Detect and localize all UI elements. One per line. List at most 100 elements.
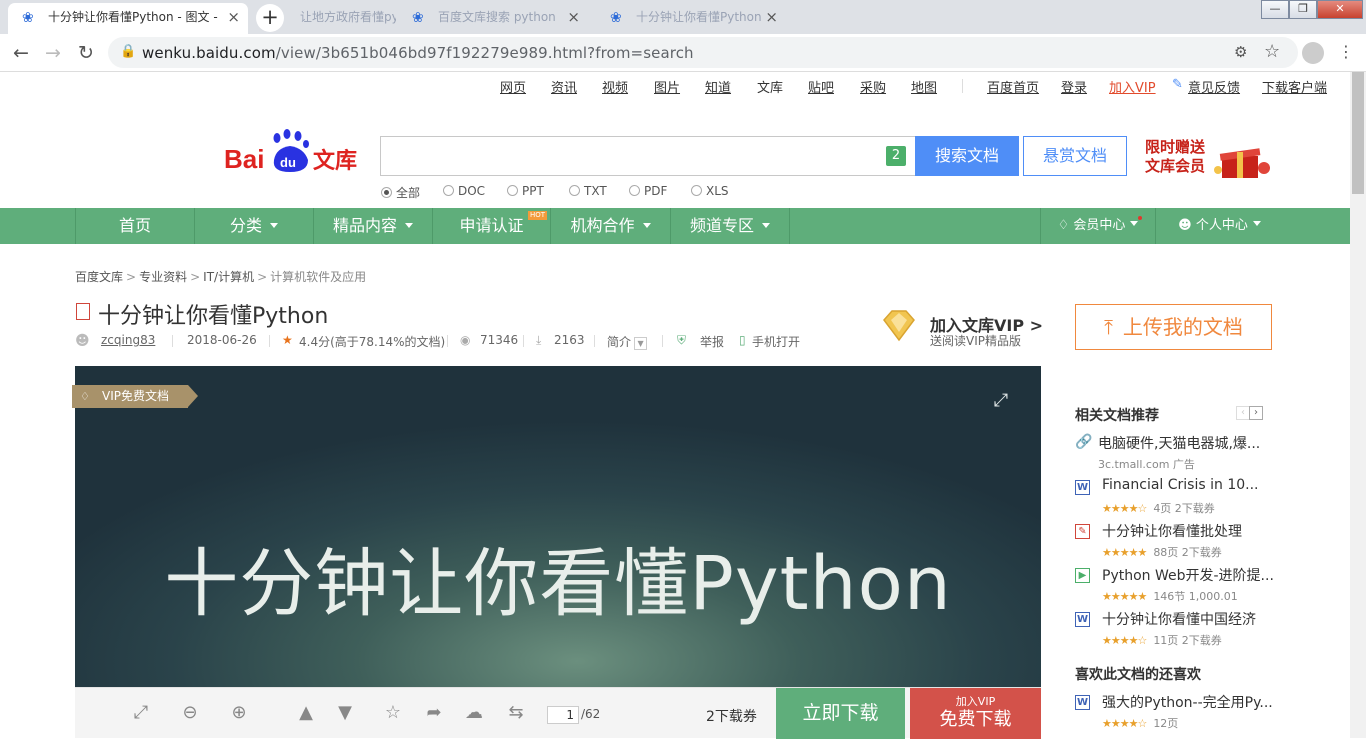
nav-link-zhidao[interactable]: 知道 (705, 77, 731, 96)
author-link[interactable]: zcqing83 (101, 333, 155, 347)
extension-icon[interactable]: ⚙ (1234, 43, 1247, 61)
filter-doc[interactable]: DOC (443, 184, 485, 198)
divider (594, 335, 595, 347)
thumbs-up-icon[interactable]: ▲ (295, 702, 317, 724)
also-liked-heading: 喜欢此文档的还喜欢 (1075, 667, 1201, 683)
personal-center-menu[interactable]: ☻ 个人中心 (1156, 208, 1283, 244)
breadcrumb-item[interactable]: 百度文库 (75, 270, 123, 284)
thumbs-down-icon[interactable]: ▼ (334, 702, 356, 724)
filter-all[interactable]: 全部 (381, 184, 420, 201)
nav-link-wenku[interactable]: 文库 (757, 77, 783, 96)
zoom-in-icon[interactable]: ⊕ (228, 702, 250, 724)
upload-icon: ⤒ (1104, 315, 1113, 339)
nav-link-images[interactable]: 图片 (654, 77, 680, 96)
tab-close-icon[interactable]: × (227, 3, 240, 32)
tab-close-icon[interactable]: × (765, 3, 778, 32)
filter-txt[interactable]: TXT (569, 184, 607, 198)
filter-xls[interactable]: XLS (691, 184, 729, 198)
url-text[interactable]: wenku.baidu.com/view/3b651b046bd97f19227… (142, 44, 694, 62)
filter-ppt[interactable]: PPT (507, 184, 544, 198)
search-input[interactable] (380, 136, 916, 176)
nav-link-map[interactable]: 地图 (911, 77, 937, 96)
next-arrow-icon[interactable]: › (1249, 406, 1263, 420)
reward-docs-button[interactable]: 悬赏文档 (1023, 136, 1127, 176)
nav-link-download-client[interactable]: 下载客户端 (1262, 77, 1327, 96)
chevron-down-icon (762, 223, 770, 228)
reload-icon[interactable]: ↻ (73, 40, 99, 66)
tab-institution-cooperation[interactable]: 机构合作 (551, 208, 671, 244)
page-scrollbar[interactable] (1350, 72, 1366, 738)
report-link[interactable]: 举报 (700, 333, 724, 350)
scrollbar-thumb[interactable] (1352, 72, 1364, 194)
document-viewer[interactable]: 十分钟让你看懂Python ⤢ (75, 366, 1041, 687)
nav-link-join-vip[interactable]: 加入VIP (1109, 77, 1156, 96)
cloud-save-icon[interactable]: ☁ (463, 702, 485, 724)
chevron-down-icon (270, 223, 278, 228)
address-bar[interactable]: 🔒 wenku.baidu.com/view/3b651b046bd97f192… (108, 37, 1298, 68)
tab-channel-zone[interactable]: 频道专区 (671, 208, 790, 244)
share-icon[interactable]: ➦ (423, 702, 445, 724)
filter-pdf[interactable]: PDF (629, 184, 667, 198)
browser-tab-active[interactable]: ❀ 十分钟让你看懂Python - 图文 - × (8, 3, 248, 34)
maximize-button[interactable]: ❐ (1289, 0, 1317, 19)
profile-avatar-icon[interactable] (1302, 42, 1324, 64)
mobile-open-link[interactable]: 手机打开 (752, 333, 800, 350)
zoom-out-icon[interactable]: ⊖ (179, 702, 201, 724)
bookmark-star-icon[interactable]: ☆ (1264, 41, 1280, 62)
related-doc-item[interactable]: 🔗 电脑硬件,天猫电器城,爆... 3c.tmall.com 广告 (1075, 433, 1275, 477)
rating-stars: ★★★★★ (1102, 590, 1147, 603)
nav-link-baidu-home[interactable]: 百度首页 (987, 77, 1039, 96)
tab-premium-content[interactable]: 精品内容 (314, 208, 433, 244)
tab-home[interactable]: 首页 (75, 208, 195, 244)
tab-category[interactable]: 分类 (195, 208, 314, 244)
nav-link-news[interactable]: 资讯 (551, 77, 577, 96)
related-doc-item[interactable]: W 十分钟让你看懂中国经济 ★★★★☆ 11页 2下载券 (1075, 609, 1275, 653)
related-doc-item[interactable]: W Financial Crisis in 10... ★★★★☆ 4页 2下载… (1075, 477, 1275, 521)
svg-text:文库: 文库 (313, 148, 357, 174)
download-now-button[interactable]: 立即下载 (776, 688, 905, 739)
baidu-wenku-logo[interactable]: Bai du 文库 (224, 126, 364, 176)
member-center-menu[interactable]: ♢ 会员中心 (1040, 208, 1156, 244)
browser-tab[interactable]: ❀ 十分钟让你看懂Python × (596, 3, 786, 34)
fullscreen-icon[interactable]: ⤢ (991, 391, 1011, 411)
forward-arrow-icon[interactable]: → (40, 40, 66, 66)
minimize-button[interactable]: — (1261, 0, 1289, 19)
browser-tab[interactable]: 让地方政府看懂python (286, 3, 396, 34)
related-doc-title: 电脑硬件,天猫电器城,爆... (1098, 436, 1261, 452)
nav-link-video[interactable]: 视频 (602, 77, 628, 96)
nav-link-web[interactable]: 网页 (500, 77, 526, 96)
liked-doc-item[interactable]: W 强大的Python--完全用Py... ★★★★☆ 12页 (1075, 692, 1275, 736)
radio-icon (569, 185, 580, 196)
browser-tab[interactable]: ❀ 百度文库搜索 python × (398, 3, 588, 34)
swap-icon[interactable]: ⇆ (505, 702, 527, 724)
related-doc-item[interactable]: ▶ Python Web开发-进阶提... ★★★★★ 146节 1,000.0… (1075, 565, 1275, 609)
vip-diamond-icon[interactable] (880, 306, 918, 344)
gift-box-icon[interactable] (1212, 140, 1274, 180)
star-icon[interactable]: ☆ (382, 702, 404, 724)
vip-free-download-button[interactable]: 加入VIP 免费下载 (910, 688, 1041, 739)
breadcrumb-item[interactable]: 计算机软件及应用 (270, 270, 366, 284)
breadcrumb-item[interactable]: 专业资料 (139, 270, 187, 284)
nav-link-purchase[interactable]: 采购 (860, 77, 886, 96)
search-docs-button[interactable]: 搜索文档 (915, 136, 1019, 176)
nav-link-feedback[interactable]: 意见反馈 (1188, 77, 1240, 96)
fit-screen-icon[interactable]: ⤢ (130, 702, 152, 724)
related-doc-meta-text: 11页 2下载券 (1153, 634, 1222, 647)
related-doc-item[interactable]: ✎ 十分钟让你看懂批处理 ★★★★★ 88页 2下载券 (1075, 521, 1275, 565)
nav-link-login[interactable]: 登录 (1061, 77, 1087, 96)
tab-close-icon[interactable]: × (567, 3, 580, 32)
upload-document-button[interactable]: ⤒ 上传我的文档 (1075, 304, 1272, 350)
page-number-input[interactable]: 1 (547, 706, 579, 724)
radio-icon (691, 185, 702, 196)
menu-kebab-icon[interactable]: ⋮ (1338, 42, 1354, 61)
prev-arrow-icon[interactable]: ‹ (1236, 406, 1250, 420)
filter-label: 全部 (396, 186, 421, 200)
close-window-button[interactable]: ✕ (1317, 0, 1363, 19)
new-tab-button[interactable]: + (256, 4, 284, 32)
intro-toggle[interactable]: 简介 ▼ (607, 333, 648, 350)
breadcrumb-item[interactable]: IT/计算机 (203, 270, 254, 284)
svg-text:du: du (280, 155, 296, 170)
lock-icon: 🔒 (120, 44, 137, 59)
nav-link-tieba[interactable]: 贴吧 (808, 77, 834, 96)
back-arrow-icon[interactable]: ← (8, 40, 34, 66)
